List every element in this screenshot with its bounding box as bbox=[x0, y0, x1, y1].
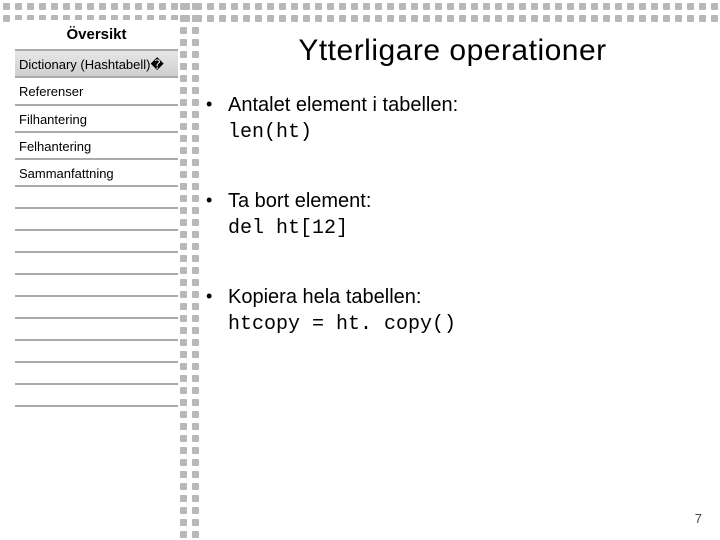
sidebar-item[interactable]: Felhantering bbox=[15, 133, 178, 160]
bullet-line: Kopiera hela tabellen: bbox=[228, 284, 456, 311]
bullet-item: •Ta bort element:del ht[12] bbox=[206, 188, 705, 242]
sidebar-item[interactable]: Filhantering bbox=[15, 106, 178, 133]
decor-dot-col-1 bbox=[180, 0, 190, 540]
sidebar-item-empty bbox=[15, 297, 178, 319]
sidebar-item-empty bbox=[15, 209, 178, 231]
bullet-marker: • bbox=[206, 92, 228, 116]
sidebar-item[interactable]: Referenser bbox=[15, 78, 178, 105]
sidebar-item-empty bbox=[15, 319, 178, 341]
sidebar-item[interactable]: Sammanfattning bbox=[15, 160, 178, 187]
sidebar-item[interactable]: Dictionary (Hashtabell)� bbox=[15, 51, 178, 78]
bullet-item: •Antalet element i tabellen:len(ht) bbox=[206, 92, 705, 146]
bullet-list: •Antalet element i tabellen:len(ht)•Ta b… bbox=[200, 86, 705, 338]
sidebar-item-empty bbox=[15, 275, 178, 297]
slide-title: Ytterligare operationer bbox=[200, 20, 705, 86]
bullet-marker: • bbox=[206, 284, 228, 308]
sidebar-item-empty bbox=[15, 187, 178, 209]
decor-dot-row-top bbox=[0, 3, 720, 13]
sidebar-item-empty bbox=[15, 385, 178, 407]
sidebar-item-empty bbox=[15, 363, 178, 385]
page-number: 7 bbox=[695, 511, 702, 526]
bullet-text: Ta bort element:del ht[12] bbox=[228, 188, 371, 242]
bullet-line: Antalet element i tabellen: bbox=[228, 92, 458, 119]
bullet-text: Antalet element i tabellen:len(ht) bbox=[228, 92, 458, 146]
bullet-code: htcopy = ht. copy() bbox=[228, 311, 456, 338]
sidebar-title: Översikt bbox=[15, 20, 178, 51]
sidebar-item-empty bbox=[15, 231, 178, 253]
sidebar-item-empty bbox=[15, 253, 178, 275]
bullet-marker: • bbox=[206, 188, 228, 212]
bullet-text: Kopiera hela tabellen:htcopy = ht. copy(… bbox=[228, 284, 456, 338]
sidebar: Översikt Dictionary (Hashtabell)�Referen… bbox=[15, 20, 178, 407]
bullet-code: del ht[12] bbox=[228, 215, 371, 242]
bullet-line: Ta bort element: bbox=[228, 188, 371, 215]
sidebar-item-empty bbox=[15, 341, 178, 363]
bullet-code: len(ht) bbox=[228, 119, 458, 146]
slide-content: Ytterligare operationer •Antalet element… bbox=[200, 20, 705, 380]
bullet-item: •Kopiera hela tabellen:htcopy = ht. copy… bbox=[206, 284, 705, 338]
